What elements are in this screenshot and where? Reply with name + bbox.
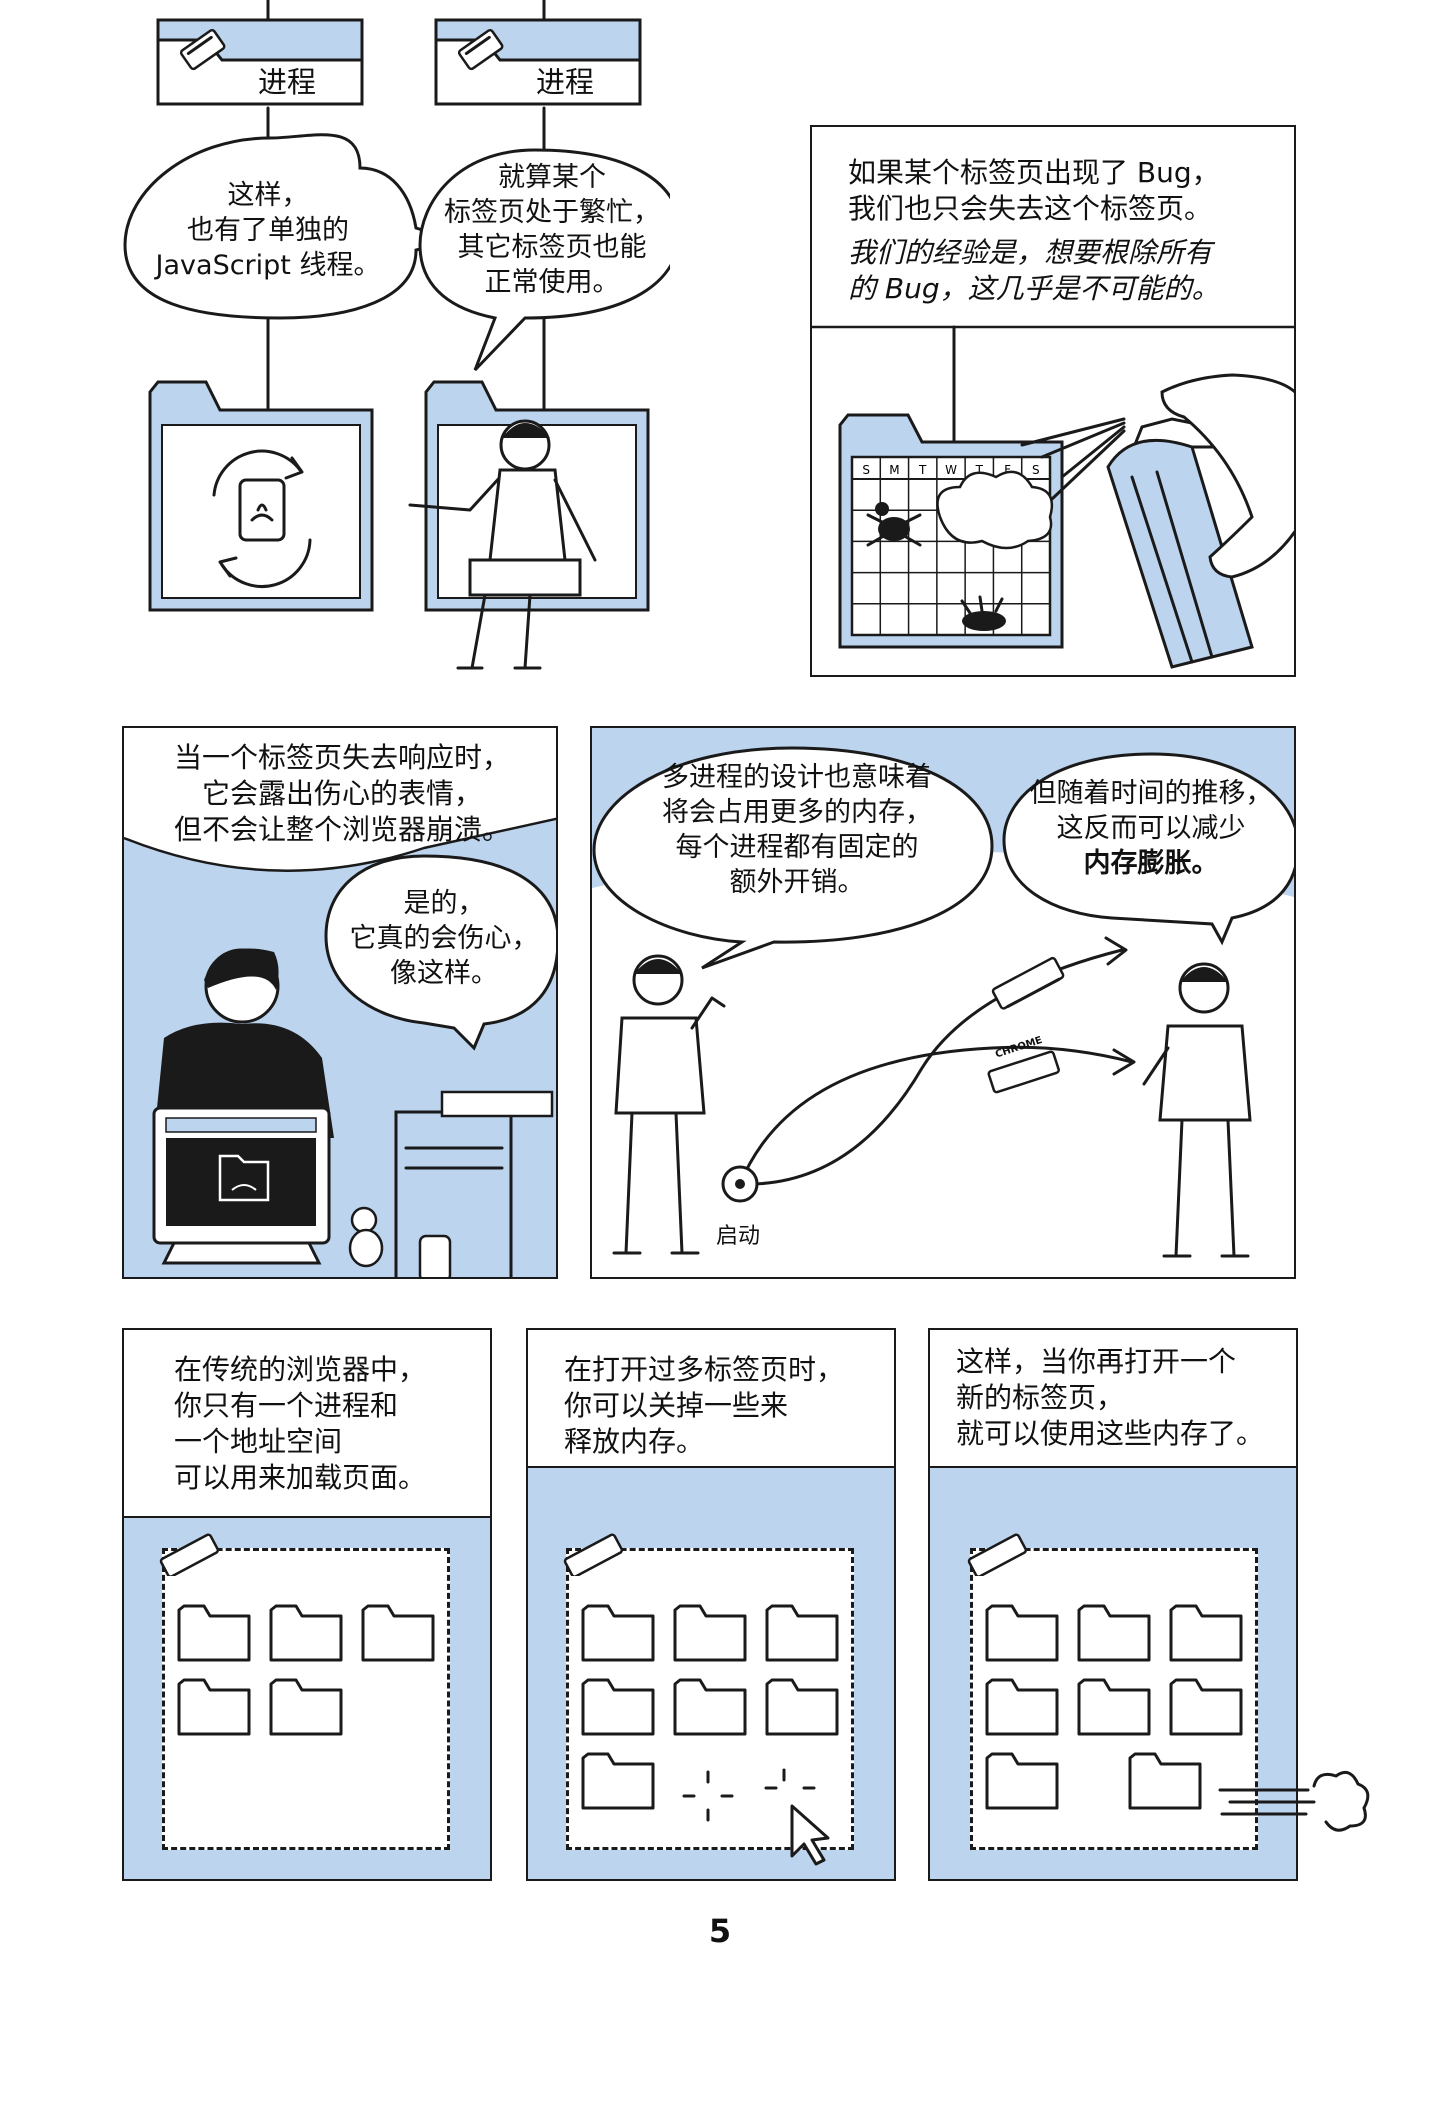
speech-bubble-sad-tab: 是的， 它真的会伤心， 像这样。 [336,886,552,991]
speech-bubble-js-thread: 这样， 也有了单独的 JavaScript 线程。 [132,178,404,283]
bubble-line: 像这样。 [390,958,498,989]
caption-line: 释放内存。 [564,1425,705,1458]
calendar-day-label: S [862,463,870,477]
caption-line: 但不会让整个浏览器崩溃。 [173,813,510,846]
caption-line: 就可以使用这些内存了。 [956,1417,1265,1450]
caption-line: 你可以关掉一些来 [564,1389,789,1422]
sad-tab-panel: 当一个标签页失去响应时， 它会露出伤心的表情， 但不会让整个浏览器崩溃。 是的，… [122,726,558,1279]
folder-icon [764,1602,840,1668]
bubble-line: 每个进程都有固定的 [675,832,919,863]
bubble-line: 额外开销。 [729,867,865,898]
process-tab-label: 进程 [258,65,317,99]
folder-icon [1127,1750,1203,1816]
process-tree-art [123,0,670,670]
bubble-line: 其它标签页也能 [457,232,647,263]
caption-line: 它会露出伤心的表情， [201,777,482,810]
whoosh-motion-icon [1218,1770,1370,1832]
caption-line: 可以用来加载页面。 [174,1461,427,1494]
page-number: 5 [708,1912,732,1950]
bubble-line: 将会占用更多的内存， [662,797,932,828]
memory-overhead-panel: CHROME 多进程的设计也意味着 将会占用更多的内存， 每个进程都有固定的 额… [590,726,1296,1279]
folder-icon [984,1750,1060,1816]
memory-chip-icon [967,1533,1028,1576]
folder-icon [1168,1676,1244,1742]
process-tab-label: 进程 [536,65,595,99]
panel-caption: 这样，当你再打开一个 新的标签页， 就可以使用这些内存了。 [956,1344,1264,1452]
folder-icon [1076,1676,1152,1742]
cursor-arrow-icon [764,1768,830,1866]
folder-icon [672,1676,748,1742]
folder-icon [176,1676,252,1742]
bubble-line: JavaScript 线程。 [155,250,381,281]
bubble-line: 多进程的设计也意味着 [662,762,932,793]
bubble-line-bold: 内存膨胀。 [1083,848,1219,879]
bubble-line: 就算某个 [498,162,606,193]
calendar-day-label: S [1032,463,1040,477]
script-scroll-icon [238,478,286,542]
folder-icon [984,1676,1060,1742]
calendar-day-label: W [945,463,957,477]
bubble-line: 是的， [403,888,485,919]
caption-line: 这样，当你再打开一个 [956,1345,1237,1378]
single-process-panel: 在传统的浏览器中， 你只有一个进程和 一个地址空间 可以用来加载页面。 [122,1328,492,1881]
bubble-line: 这反而可以减少 [1056,813,1246,844]
folder-icon [176,1602,252,1668]
memory-chip-icon [563,1533,624,1576]
folder-icon [268,1602,344,1668]
caption-line: 新的标签页， [956,1381,1125,1414]
panel-caption: 在传统的浏览器中， 你只有一个进程和 一个地址空间 可以用来加载页面。 [174,1352,426,1496]
folder-icon [360,1602,436,1668]
bubble-line: 这样， [227,180,309,211]
caption-line: 当一个标签页失去响应时， [173,741,510,774]
speech-bubble-overhead: 多进程的设计也意味着 将会占用更多的内存， 每个进程都有固定的 额外开销。 [612,760,982,900]
folder-icon [672,1602,748,1668]
speech-bubble-memory-bloat: 但随着时间的推移， 这反而可以减少 内存膨胀。 [1010,776,1292,881]
folder-icon [984,1602,1060,1668]
bubble-line: 它真的会伤心， [349,923,539,954]
bubble-line: 但随着时间的推移， [1029,778,1273,809]
bug-spray-art: SMTWTFS [812,325,1294,669]
folder-icon [1076,1602,1152,1668]
sad-panel-caption: 当一个标签页失去响应时， 它会露出伤心的表情， 但不会让整个浏览器崩溃。 [124,740,556,848]
folder-icon [268,1676,344,1742]
bug-panel: 如果某个标签页出现了 Bug， 我们也只会失去这个标签页。 我们的经验是，想要根… [810,125,1296,677]
folder-icon [764,1676,840,1742]
caption-line: 你只有一个进程和 [174,1389,399,1422]
calendar-day-label: M [889,463,899,477]
bubble-line: 也有了单独的 [187,215,349,246]
panel-caption: 在打开过多标签页时， 你可以关掉一些来 释放内存。 [564,1352,844,1460]
row1-process-panel: 进程 进程 这样， 也有了单独的 JavaScript 线程。 就算某个 标签页… [110,0,670,700]
caption-line: 在打开过多标签页时， [564,1353,845,1386]
calendar-day-label: T [918,463,927,477]
folder-icon [1168,1602,1244,1668]
speech-bubble-busy-tab: 就算某个 标签页处于繁忙， 其它标签页也能 正常使用。 [428,160,676,300]
start-label: 启动 [716,1224,761,1249]
memory-chip-icon [159,1533,220,1576]
closed-tab-sparkle-icon [682,1770,734,1822]
bubble-line: 标签页处于繁忙， [444,197,660,228]
caption-line: 在传统的浏览器中， [174,1353,427,1386]
folder-icon [580,1602,656,1668]
folder-icon [580,1750,656,1816]
caption-line: 一个地址空间 [174,1425,343,1458]
bubble-line: 正常使用。 [484,267,620,298]
folder-icon [580,1676,656,1742]
folder-grid [176,1602,456,1842]
closed-tabs-panel: 在打开过多标签页时， 你可以关掉一些来 释放内存。 [526,1328,896,1881]
